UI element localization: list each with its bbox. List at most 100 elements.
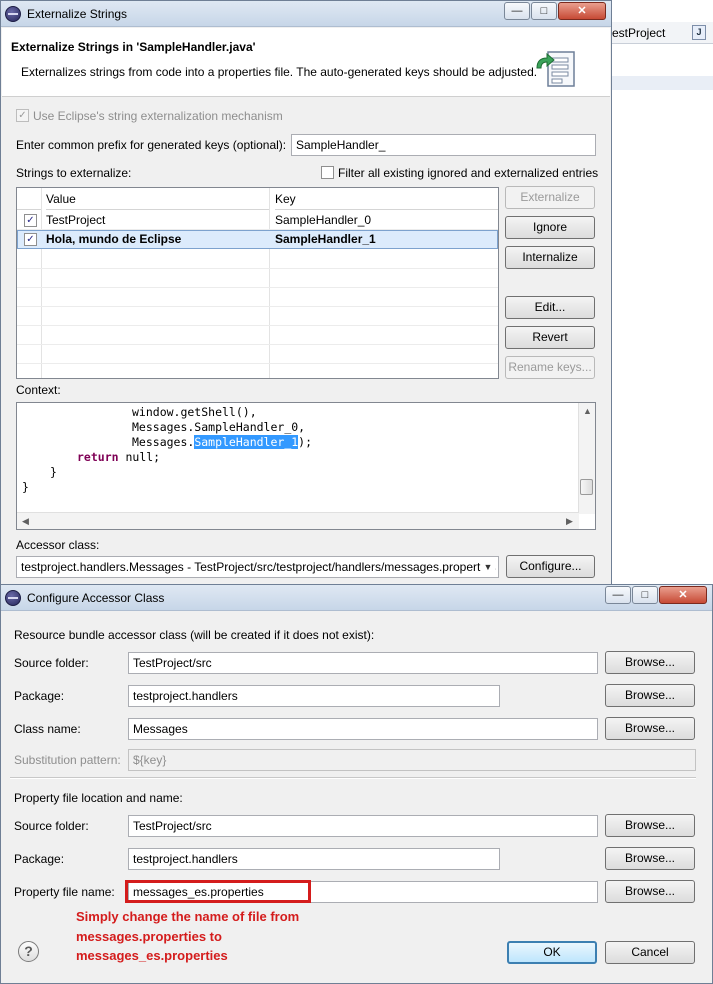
empty-row bbox=[17, 345, 498, 364]
horizontal-scrollbar[interactable]: ◀ ▶ bbox=[17, 512, 579, 529]
scroll-thumb[interactable] bbox=[580, 479, 593, 495]
externalize-button[interactable]: Externalize bbox=[505, 186, 595, 209]
column-header-key[interactable]: Key bbox=[275, 188, 498, 210]
property-source-folder-input[interactable]: TestProject/src bbox=[128, 815, 598, 837]
property-file-name-label: Property file name: bbox=[14, 885, 115, 899]
editor-tab-label: estProject bbox=[612, 26, 666, 40]
accessor-class-value: testproject.handlers.Messages - TestProj… bbox=[21, 560, 496, 574]
source-folder-input[interactable]: TestProject/src bbox=[128, 652, 598, 674]
editor-highlight-band bbox=[612, 76, 713, 90]
chevron-down-icon[interactable]: ▼ bbox=[481, 560, 495, 574]
externalize-wizard-icon bbox=[536, 51, 575, 87]
window-title: Externalize Strings bbox=[27, 7, 128, 21]
substitution-pattern-input: ${key} bbox=[128, 749, 696, 771]
rename-keys-button[interactable]: Rename keys... bbox=[505, 356, 595, 379]
empty-row bbox=[17, 326, 498, 345]
code-line: } bbox=[22, 480, 29, 494]
browse-button[interactable]: Browse... bbox=[605, 717, 695, 740]
scroll-left-icon[interactable]: ◀ bbox=[22, 516, 29, 527]
highlighted-key: SampleHandler_1 bbox=[194, 435, 299, 449]
revert-button[interactable]: Revert bbox=[505, 326, 595, 349]
code-text: } bbox=[22, 480, 29, 494]
externalize-strings-dialog: Externalize Strings — □ ✕ Externalize St… bbox=[0, 0, 612, 592]
context-label: Context: bbox=[16, 383, 61, 397]
section-accessor-heading: Resource bundle accessor class (will be … bbox=[14, 628, 375, 642]
package-input[interactable]: testproject.handlers bbox=[128, 685, 500, 707]
keyword-return: return bbox=[77, 450, 119, 464]
source-folder-label: Source folder: bbox=[14, 656, 89, 670]
row-value: TestProject bbox=[46, 213, 106, 227]
cancel-button[interactable]: Cancel bbox=[605, 941, 695, 964]
accessor-class-dropdown[interactable]: testproject.handlers.Messages - TestProj… bbox=[16, 556, 499, 578]
ok-button[interactable]: OK bbox=[507, 941, 597, 964]
browse-button[interactable]: Browse... bbox=[605, 814, 695, 837]
close-button[interactable]: ✕ bbox=[659, 586, 707, 604]
background-ide: estProject J bbox=[612, 0, 713, 590]
browse-button[interactable]: Browse... bbox=[605, 651, 695, 674]
table-row[interactable]: ✓ TestProject SampleHandler_0 bbox=[17, 211, 498, 230]
annotation-note: Simply change the name of file from mess… bbox=[76, 909, 300, 963]
configure-titlebar[interactable]: Configure Accessor Class — □ ✕ bbox=[1, 585, 712, 611]
table-row-selected[interactable]: ✓ Hola, mundo de Eclipse SampleHandler_1 bbox=[17, 230, 498, 249]
section-separator bbox=[10, 777, 696, 779]
accessor-label: Accessor class: bbox=[16, 538, 100, 552]
row-key: SampleHandler_1 bbox=[275, 232, 376, 246]
column-header-value[interactable]: Value bbox=[46, 188, 270, 210]
code-text: ); bbox=[298, 435, 313, 449]
eclipse-icon bbox=[5, 590, 21, 606]
use-eclipse-checkbox[interactable]: ✓ bbox=[16, 109, 29, 122]
help-icon[interactable]: ? bbox=[18, 941, 39, 962]
browse-button[interactable]: Browse... bbox=[605, 847, 695, 870]
ignore-button[interactable]: Ignore bbox=[505, 216, 595, 239]
row-value: Hola, mundo de Eclipse bbox=[46, 232, 182, 246]
code-line: Messages.SampleHandler_0, bbox=[22, 420, 305, 434]
vertical-scrollbar[interactable]: ▲ bbox=[578, 403, 595, 514]
code-line: return null; bbox=[22, 450, 160, 464]
code-text: Messages.SampleHandler_0, bbox=[132, 420, 306, 434]
maximize-button[interactable]: □ bbox=[531, 2, 557, 20]
empty-row bbox=[17, 307, 498, 326]
row-checkbox[interactable]: ✓ bbox=[24, 214, 37, 227]
property-package-input[interactable]: testproject.handlers bbox=[128, 848, 500, 870]
package-label: Package: bbox=[14, 689, 65, 703]
editor-tab-testproject[interactable]: estProject J bbox=[612, 22, 713, 44]
maximize-button[interactable]: □ bbox=[632, 586, 658, 604]
browse-button[interactable]: Browse... bbox=[605, 684, 695, 707]
scroll-up-icon[interactable]: ▲ bbox=[583, 406, 592, 416]
property-package-label: Package: bbox=[14, 852, 65, 866]
section-property-heading: Property file location and name: bbox=[14, 791, 183, 805]
internalize-button[interactable]: Internalize bbox=[505, 246, 595, 269]
strings-label: Strings to externalize: bbox=[16, 166, 132, 180]
code-line: Messages.SampleHandler_1); bbox=[22, 435, 312, 449]
strings-table[interactable]: Value Key ✓ TestProject SampleHandler_0 … bbox=[16, 187, 499, 379]
row-checkbox[interactable]: ✓ bbox=[24, 233, 37, 246]
code-text: window.getShell(), bbox=[132, 405, 257, 419]
class-name-label: Class name: bbox=[14, 722, 81, 736]
close-button[interactable]: ✕ bbox=[558, 2, 606, 20]
empty-row bbox=[17, 269, 498, 288]
edit-button[interactable]: Edit... bbox=[505, 296, 595, 319]
browse-button[interactable]: Browse... bbox=[605, 880, 695, 903]
java-file-icon: J bbox=[692, 25, 706, 40]
prefix-input[interactable]: SampleHandler_ bbox=[291, 134, 596, 156]
code-line: } bbox=[22, 465, 57, 479]
property-source-folder-label: Source folder: bbox=[14, 819, 89, 833]
column-header-check bbox=[17, 188, 41, 210]
prefix-label: Enter common prefix for generated keys (… bbox=[16, 138, 287, 152]
banner-title: Externalize Strings in 'SampleHandler.ja… bbox=[11, 40, 256, 54]
empty-row bbox=[17, 288, 498, 307]
class-name-input[interactable]: Messages bbox=[128, 718, 598, 740]
scroll-right-icon[interactable]: ▶ bbox=[566, 516, 573, 527]
filter-label: Filter all existing ignored and external… bbox=[338, 166, 599, 180]
filter-checkbox[interactable] bbox=[321, 166, 334, 179]
context-code-viewer[interactable]: window.getShell(), Messages.SampleHandle… bbox=[16, 402, 596, 530]
externalize-titlebar[interactable]: Externalize Strings — □ ✕ bbox=[1, 1, 611, 27]
annotation-highlight-box bbox=[125, 880, 311, 903]
configure-button[interactable]: Configure... bbox=[506, 555, 595, 578]
code-line: window.getShell(), bbox=[22, 405, 257, 419]
minimize-button[interactable]: — bbox=[605, 586, 631, 604]
row-key: SampleHandler_0 bbox=[275, 213, 372, 227]
substitution-pattern-label: Substitution pattern: bbox=[14, 753, 121, 767]
dialog-banner: Externalize Strings in 'SampleHandler.ja… bbox=[2, 28, 610, 97]
minimize-button[interactable]: — bbox=[504, 2, 530, 20]
